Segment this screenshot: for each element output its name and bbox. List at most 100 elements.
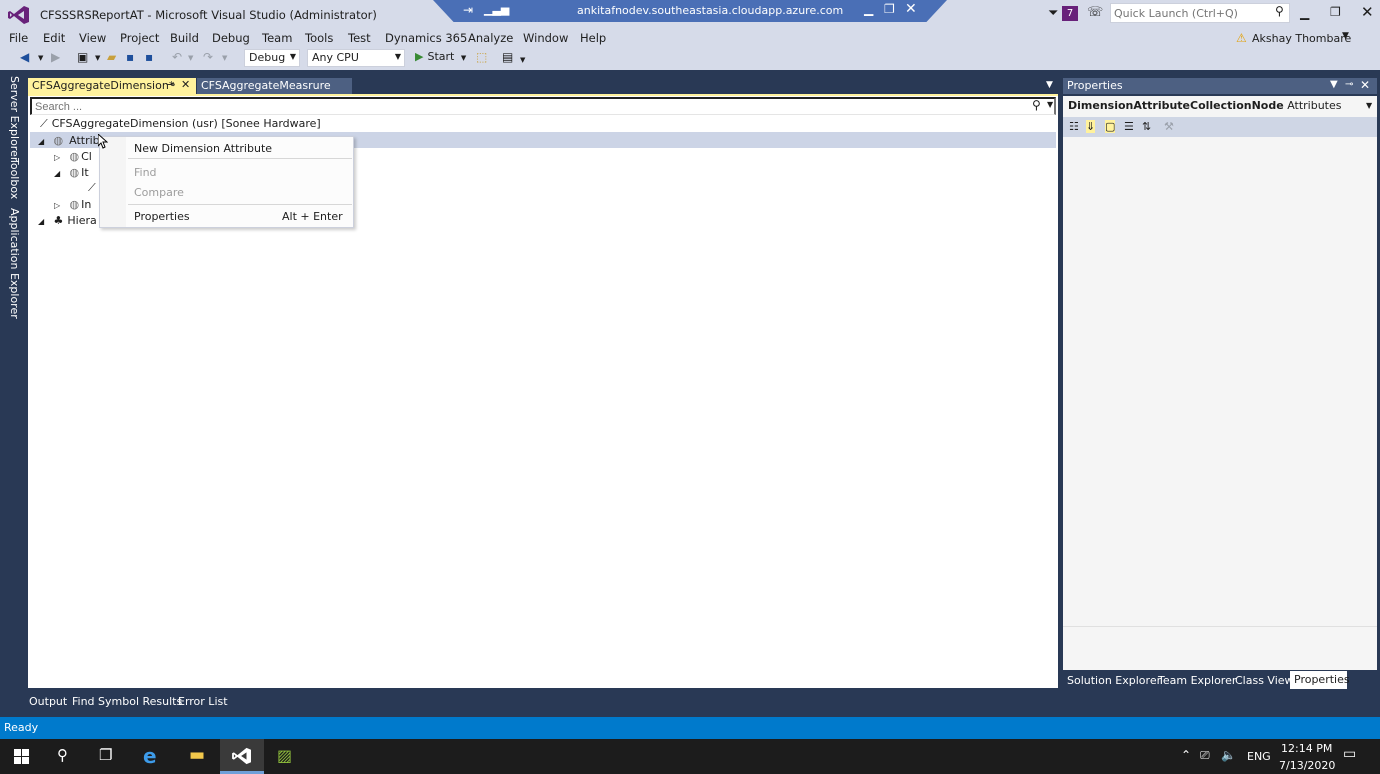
search-icon[interactable]: ⚲ bbox=[1032, 98, 1041, 112]
app-taskbar-icon[interactable]: ▨ bbox=[277, 746, 292, 765]
pin-icon[interactable]: ⊸ bbox=[1345, 79, 1353, 90]
notification-count-badge[interactable]: 7 bbox=[1062, 6, 1078, 21]
chevron-down-icon[interactable]: ▼ bbox=[1342, 31, 1349, 41]
menu-window[interactable]: Window bbox=[523, 31, 568, 45]
tab-find-symbol-results[interactable]: Find Symbol Results bbox=[72, 695, 182, 708]
menu-debug[interactable]: Debug bbox=[212, 31, 250, 45]
expanded-triangle-icon[interactable]: ◢ bbox=[38, 137, 50, 146]
menu-build[interactable]: Build bbox=[170, 31, 199, 45]
close-tab-icon[interactable]: ✕ bbox=[181, 78, 190, 91]
minimize-icon[interactable]: ▁ bbox=[1300, 6, 1309, 20]
server-explorer-tab[interactable]: Server Explorer bbox=[8, 76, 21, 161]
tab-properties[interactable]: Properties bbox=[1290, 671, 1350, 689]
close-icon[interactable]: ✕ bbox=[1360, 78, 1370, 92]
redo-icon[interactable]: ↷ bbox=[203, 50, 213, 64]
menu-view[interactable]: View bbox=[79, 31, 106, 45]
tab-team-explorer[interactable]: Team Explorer bbox=[1158, 674, 1236, 687]
tree-node-attribute-2[interactable]: ◢ ◍ It bbox=[54, 166, 89, 179]
collapsed-triangle-icon[interactable]: ▷ bbox=[54, 153, 66, 162]
chevron-down-icon[interactable]: ▼ bbox=[1366, 101, 1372, 110]
tab-error-list[interactable]: Error List bbox=[178, 695, 228, 708]
application-explorer-tab[interactable]: Application Explorer bbox=[8, 208, 21, 319]
chevron-down-icon[interactable]: ▼ bbox=[38, 54, 43, 62]
close-icon[interactable]: ✕ bbox=[1361, 3, 1374, 21]
tree-node-child[interactable]: ⟋ bbox=[88, 181, 96, 195]
sort-icon[interactable]: ⇅ bbox=[1142, 120, 1151, 133]
remote-minimize-icon[interactable]: ▁ bbox=[864, 2, 873, 16]
menu-team[interactable]: Team bbox=[262, 31, 292, 45]
menu-item-new-dimension-attribute[interactable]: New Dimension Attribute bbox=[134, 142, 272, 155]
platform-select[interactable]: Any CPU ▼ bbox=[307, 49, 405, 67]
taskbar-time[interactable]: 12:14 PM bbox=[1281, 742, 1332, 755]
internet-explorer-icon[interactable]: e bbox=[143, 744, 157, 768]
remote-restore-icon[interactable]: ❐ bbox=[884, 2, 895, 16]
expanded-triangle-icon[interactable]: ◢ bbox=[38, 217, 50, 226]
menu-item-find[interactable]: Find bbox=[134, 166, 157, 179]
menu-tools[interactable]: Tools bbox=[305, 31, 333, 45]
restore-icon[interactable]: ❐ bbox=[1330, 5, 1341, 19]
input-language[interactable]: ENG bbox=[1247, 750, 1271, 763]
windows-start-icon[interactable] bbox=[14, 749, 29, 764]
tree-node-attributes[interactable]: ◢ ◍ Attrib bbox=[38, 134, 100, 147]
browser-link-icon[interactable]: ⬚ bbox=[476, 50, 487, 64]
save-all-icon[interactable]: ▪ bbox=[145, 50, 153, 64]
menu-edit[interactable]: Edit bbox=[43, 31, 65, 45]
property-pages-icon[interactable]: ⚒ bbox=[1164, 120, 1174, 133]
volume-muted-icon[interactable]: 🔈 bbox=[1221, 748, 1236, 762]
tab-solution-explorer[interactable]: Solution Explorer bbox=[1067, 674, 1161, 687]
undo-icon[interactable]: ↶ bbox=[172, 50, 182, 64]
menu-project[interactable]: Project bbox=[120, 31, 159, 45]
open-folder-icon[interactable]: ▰ bbox=[107, 50, 116, 64]
collapsed-triangle-icon[interactable]: ▷ bbox=[54, 201, 66, 210]
configuration-select[interactable]: Debug ▼ bbox=[244, 49, 300, 67]
menu-item-properties[interactable]: Properties bbox=[134, 210, 190, 223]
menu-analyze[interactable]: Analyze bbox=[468, 31, 513, 45]
menu-test[interactable]: Test bbox=[348, 31, 371, 45]
events-icon[interactable]: ☰ bbox=[1124, 120, 1134, 133]
start-debugging-button[interactable]: ▶ Start ▼ bbox=[415, 50, 466, 63]
quick-launch-input[interactable] bbox=[1110, 3, 1290, 23]
layout-icon[interactable]: ▤ bbox=[502, 50, 513, 64]
taskbar-date[interactable]: 7/13/2020 bbox=[1279, 759, 1335, 772]
menu-file[interactable]: File bbox=[9, 31, 28, 45]
visual-studio-taskbar-icon[interactable] bbox=[232, 747, 252, 765]
file-explorer-icon[interactable]: ▬ bbox=[189, 745, 205, 765]
new-project-icon[interactable]: ▣ bbox=[77, 50, 88, 64]
search-icon[interactable]: ⚲ bbox=[1275, 4, 1284, 18]
properties-view-icon[interactable]: ▢ bbox=[1105, 120, 1116, 133]
search-icon[interactable]: ⚲ bbox=[57, 746, 68, 764]
tab-cfsaggregatemeasrure[interactable]: CFSAggregateMeasrure bbox=[197, 78, 352, 94]
action-center-icon[interactable]: ▭ bbox=[1343, 746, 1356, 762]
menu-help[interactable]: Help bbox=[580, 31, 606, 45]
window-position-icon[interactable]: ▼ bbox=[1330, 79, 1338, 90]
alphabetical-icon[interactable]: ⇓ bbox=[1086, 120, 1096, 133]
menu-dynamics-365[interactable]: Dynamics 365 bbox=[385, 31, 467, 45]
tab-output[interactable]: Output bbox=[29, 695, 67, 708]
menu-item-compare[interactable]: Compare bbox=[134, 186, 184, 199]
notifications-flag-icon[interactable]: ⏷ bbox=[1048, 6, 1058, 21]
remote-close-icon[interactable]: ✕ bbox=[905, 1, 917, 17]
task-view-icon[interactable]: ❐ bbox=[99, 746, 112, 764]
properties-object-selector[interactable]: DimensionAttributeCollectionNode Attribu… bbox=[1063, 97, 1377, 115]
tree-node-hierarchies[interactable]: ◢ ♣ Hiera bbox=[38, 214, 97, 227]
designer-search-input[interactable] bbox=[30, 97, 1056, 115]
connection-signal-icon[interactable]: ▁▃▅ bbox=[484, 3, 509, 16]
tree-root-node[interactable]: ⟋ CFSAggregateDimension (usr) [Sonee Hard… bbox=[40, 117, 321, 131]
pin-icon[interactable]: ⇥ bbox=[463, 3, 473, 17]
chevron-down-icon[interactable]: ▼ bbox=[1047, 100, 1053, 109]
show-hidden-icons-icon[interactable]: ⌃ bbox=[1181, 748, 1191, 762]
tree-node-attribute-1[interactable]: ▷ ◍ Cl bbox=[54, 150, 92, 163]
tree-node-attribute-3[interactable]: ▷ ◍ In bbox=[54, 198, 91, 211]
toolbox-tab[interactable]: Toolbox bbox=[8, 158, 21, 199]
pin-icon[interactable]: ⊸ bbox=[166, 78, 175, 91]
chevron-down-icon[interactable]: ▼ bbox=[222, 54, 227, 62]
chevron-down-icon[interactable]: ▼ bbox=[188, 54, 193, 62]
tab-class-view[interactable]: Class View bbox=[1235, 674, 1294, 687]
feedback-icon[interactable]: ☏ bbox=[1087, 5, 1103, 20]
user-account-name[interactable]: Akshay Thombare bbox=[1252, 32, 1351, 45]
network-icon[interactable]: ⎚ bbox=[1200, 748, 1210, 763]
save-icon[interactable]: ▪ bbox=[126, 50, 134, 64]
chevron-down-icon[interactable]: ▼ bbox=[95, 54, 100, 62]
categorized-icon[interactable]: ☷ bbox=[1069, 120, 1079, 133]
forward-icon[interactable]: ▶ bbox=[51, 50, 60, 64]
